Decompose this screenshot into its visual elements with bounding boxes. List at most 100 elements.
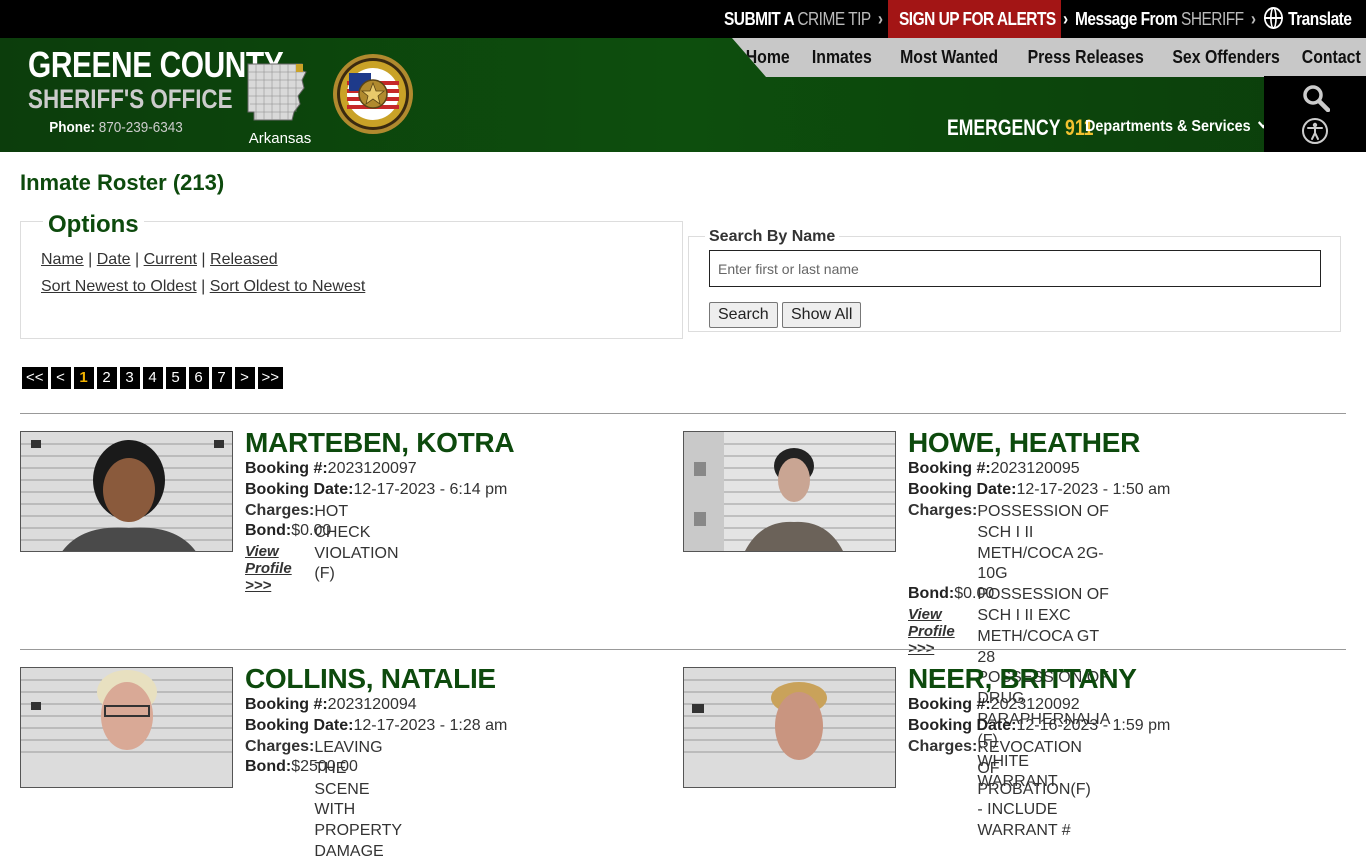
chevron-right-icon: › <box>1062 9 1068 29</box>
sort-oldest-link[interactable]: Sort Oldest to Newest <box>210 278 366 295</box>
booking-date-value: 12-16-2023 - 1:59 pm <box>1016 717 1171 734</box>
nav-home[interactable]: Home <box>739 38 795 77</box>
inmate-photo[interactable] <box>683 431 896 552</box>
divider <box>20 413 1346 414</box>
booking-date: Booking Date:12-17-2023 - 1:50 am <box>908 481 1170 499</box>
message-from-sheriff-link[interactable]: Message From SHERIFF › <box>1075 0 1256 38</box>
nav-contact[interactable]: Contact <box>1295 38 1366 77</box>
inmate-photo[interactable] <box>683 667 896 788</box>
inmate-name[interactable]: HOWE, HEATHER <box>908 427 1140 459</box>
booking-date: Booking Date:12-16-2023 - 1:59 pm <box>908 717 1170 735</box>
sort-order-links: Sort Newest to Oldest | Sort Oldest to N… <box>41 278 365 296</box>
sheriff-seal-icon <box>333 54 413 134</box>
search-button[interactable]: Search <box>709 302 778 328</box>
page-6[interactable]: 6 <box>188 367 209 389</box>
inmate-photo[interactable] <box>20 431 233 552</box>
name-search-input[interactable] <box>709 250 1321 287</box>
booking-date-value: 12-17-2023 - 1:50 am <box>1016 481 1171 498</box>
chevron-right-icon: › <box>877 9 883 29</box>
nav-sex-offenders[interactable]: Sex Offenders <box>1165 38 1285 77</box>
sort-newest-link[interactable]: Sort Newest to Oldest <box>41 278 197 295</box>
nav-most-wanted[interactable]: Most Wanted <box>893 38 1003 77</box>
charge-item: LEAVING THE SCENE WITH PROPERTY DAMAGE <box>314 739 402 860</box>
message-label-a: Message From <box>1075 9 1178 29</box>
view-profile-link[interactable]: View Profile >>> <box>245 543 292 594</box>
charges: Charges: LEAVING THE SCENE WITH PROPERTY… <box>245 738 402 863</box>
booking-date-value: 12-17-2023 - 1:28 am <box>353 717 508 734</box>
state-label: Arkansas <box>248 130 312 147</box>
nav-press-releases[interactable]: Press Releases <box>1020 38 1149 77</box>
search-label: Search By Name <box>705 228 840 246</box>
page-2[interactable]: 2 <box>96 367 117 389</box>
header-tools <box>1264 76 1366 152</box>
charges: Charges: REVOCATION OF PROBATION(F) - IN… <box>908 738 1091 842</box>
page-last[interactable]: >> <box>257 367 284 389</box>
charge-item: REVOCATION OF PROBATION(F) - INCLUDE <box>977 739 1091 819</box>
booking-date-label: Booking Date: <box>908 481 1017 498</box>
page-5[interactable]: 5 <box>165 367 186 389</box>
filter-released-link[interactable]: Released <box>210 251 278 268</box>
booking-date-label: Booking Date: <box>245 481 354 498</box>
page-1[interactable]: 1 <box>73 367 94 389</box>
translate-button[interactable]: Translate <box>1264 0 1352 38</box>
charges-label: Charges: <box>245 738 315 755</box>
search-panel: Search By Name Search Show All <box>688 228 1341 332</box>
page-first[interactable]: << <box>22 367 48 389</box>
page-3[interactable]: 3 <box>119 367 140 389</box>
site-header: GREENE COUNTY SHERIFF'S OFFICE Phone: 87… <box>0 38 1366 152</box>
bond: Bond:$0.00 <box>908 585 994 603</box>
filter-current-link[interactable]: Current <box>144 251 197 268</box>
inmate-name[interactable]: COLLINS, NATALIE <box>245 663 496 695</box>
accessibility-icon[interactable] <box>1302 118 1328 144</box>
booking-number-label: Booking #: <box>908 696 991 713</box>
booking-number-value: 2023120097 <box>327 460 417 477</box>
crime-tip-label-b: CRIME TIP <box>797 9 871 29</box>
departments-label: Departments & Services <box>1085 118 1251 135</box>
booking-number-label: Booking #: <box>245 460 328 477</box>
page-next[interactable]: > <box>234 367 255 389</box>
separator: | <box>88 251 93 268</box>
options-legend: Options <box>43 211 144 239</box>
booking-number: Booking #:2023120095 <box>908 460 1080 478</box>
inmate-name[interactable]: MARTEBEN, KOTRA <box>245 427 515 459</box>
options-panel: Options Name | Date | Current | Released… <box>20 211 683 339</box>
booking-number: Booking #:2023120092 <box>908 696 1080 714</box>
bond-value: $2500.00 <box>291 758 358 775</box>
page-7[interactable]: 7 <box>211 367 232 389</box>
alerts-label: SIGN UP FOR ALERTS <box>899 9 1056 29</box>
booking-date: Booking Date:12-17-2023 - 1:28 am <box>245 717 507 735</box>
county-name: GREENE COUNTY <box>28 44 284 85</box>
sign-up-alerts-link[interactable]: SIGN UP FOR ALERTS › <box>888 0 1068 38</box>
arkansas-map-icon <box>247 63 307 121</box>
submit-crime-tip-link[interactable]: SUBMIT A CRIME TIP › <box>724 0 883 38</box>
departments-dropdown[interactable]: Departments & Services <box>1085 118 1269 136</box>
booking-date-label: Booking Date: <box>245 717 354 734</box>
charges-label: Charges: <box>908 738 978 755</box>
inmate-photo[interactable] <box>20 667 233 788</box>
sort-name-link[interactable]: Name <box>41 251 84 268</box>
inmate-name[interactable]: NEER, BRITTANY <box>908 663 1137 695</box>
nav-inmates[interactable]: Inmates <box>805 38 877 77</box>
show-all-button[interactable]: Show All <box>782 302 862 328</box>
separator: | <box>135 251 140 268</box>
charge-item: POSSESSION OF SCH I II METH/COCA 2G-10G <box>977 503 1109 583</box>
page-prev[interactable]: < <box>50 367 71 389</box>
booking-number: Booking #:2023120094 <box>245 696 417 714</box>
globe-icon <box>1264 7 1283 29</box>
top-utility-bar: SUBMIT A CRIME TIP › SIGN UP FOR ALERTS … <box>0 0 1366 38</box>
bond: Bond:$2500.00 <box>245 758 358 776</box>
emergency-line: EMERGENCY 911 <box>947 115 1093 141</box>
booking-number-label: Booking #: <box>908 460 991 477</box>
booking-date-value: 12-17-2023 - 6:14 pm <box>353 481 508 498</box>
booking-number-value: 2023120095 <box>990 460 1080 477</box>
bond-value: $0.00 <box>291 522 332 539</box>
main-nav-bar: Home Inmates Most Wanted Press Releases … <box>732 38 1366 77</box>
charge-item: WARRANT # <box>977 822 1071 840</box>
page-4[interactable]: 4 <box>142 367 163 389</box>
bond-label: Bond: <box>245 758 292 775</box>
sort-date-link[interactable]: Date <box>97 251 131 268</box>
translate-label: Translate <box>1288 9 1352 29</box>
site-logo-text[interactable]: GREENE COUNTY SHERIFF'S OFFICE Phone: 87… <box>10 44 284 137</box>
search-icon[interactable] <box>1302 84 1330 112</box>
bond-label: Bond: <box>908 585 955 602</box>
